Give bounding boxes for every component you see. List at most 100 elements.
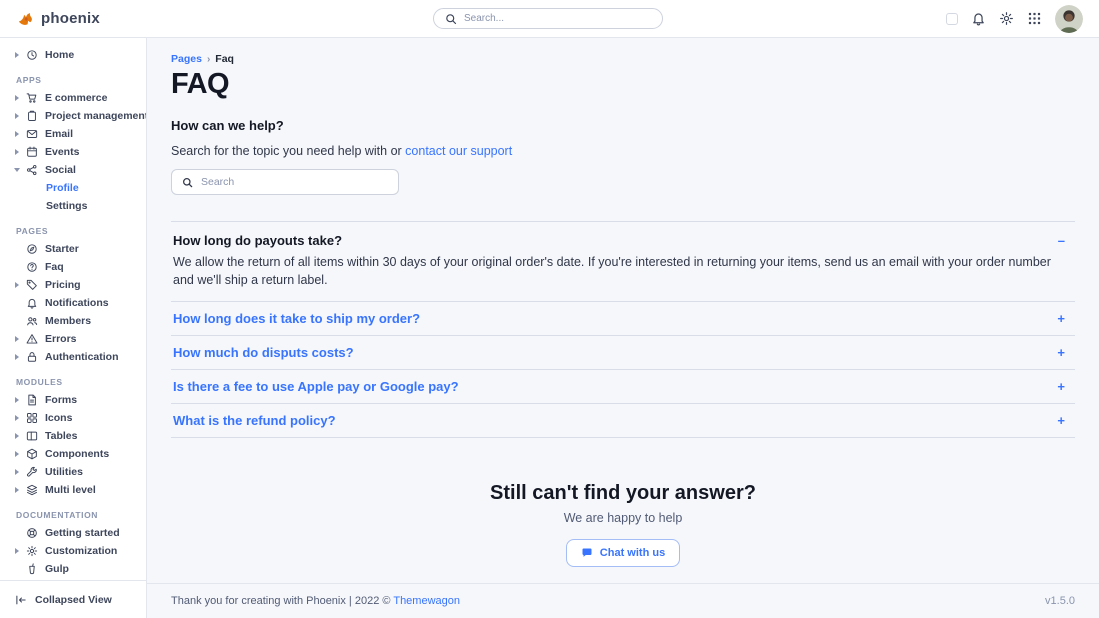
bell-icon	[971, 11, 986, 26]
sidebar-item-label: Starter	[45, 243, 79, 255]
sidebar-item-errors[interactable]: Errors	[0, 330, 146, 348]
table-icon	[26, 430, 38, 442]
faq-question-row[interactable]: How much do disputs costs?+	[173, 345, 1073, 360]
chat-button-label: Chat with us	[600, 547, 665, 559]
breadcrumb: Pages › Faq	[171, 53, 1075, 65]
expand-icon[interactable]: +	[1057, 414, 1073, 427]
expand-icon[interactable]: +	[1057, 346, 1073, 359]
footer: Thank you for creating with Phoenix | 20…	[147, 583, 1099, 618]
faq-page: Pages › Faq FAQ How can we help? Search …	[147, 38, 1099, 618]
phoenix-logo[interactable]: phoenix	[16, 9, 100, 28]
sidebar-item-label: Components	[45, 448, 109, 460]
collapsed-view-toggle[interactable]: Collapsed View	[0, 580, 146, 618]
apps-menu-button[interactable]	[1027, 11, 1042, 26]
sidebar-item-tables[interactable]: Tables	[0, 427, 146, 445]
wrench-icon	[26, 466, 38, 478]
sidebar-item-email[interactable]: Email	[0, 125, 146, 143]
grid-icon	[26, 412, 38, 424]
breadcrumb-pages-link[interactable]: Pages	[171, 53, 202, 65]
gulp-icon	[26, 563, 38, 575]
faq-question-row[interactable]: What is the refund policy? +	[173, 413, 1073, 428]
navbar-search[interactable]	[433, 8, 663, 29]
faq-search-input[interactable]	[201, 176, 388, 188]
sidebar-item-starter[interactable]: Starter	[0, 240, 146, 258]
sidebar-item-label: Members	[45, 315, 91, 327]
faq-question-row[interactable]: Is there a fee to use Apple pay or Googl…	[173, 379, 1073, 394]
sidebar-item-label: Events	[45, 146, 79, 158]
sidebar-nav: HomeAPPS E commerce Project management Emai…	[0, 38, 146, 580]
sidebar-item-home[interactable]: Home	[0, 46, 146, 64]
sidebar-item-events[interactable]: Events	[0, 143, 146, 161]
sidebar-item-utilities[interactable]: Utilities	[0, 463, 146, 481]
sidebar-item-authentication[interactable]: Authentication	[0, 348, 146, 366]
collapse-arrow-icon	[15, 594, 27, 606]
caret-icon	[15, 451, 19, 457]
sidebar-item-multi-level[interactable]: Multi level	[0, 481, 146, 499]
sidebar-item-label: Pricing	[45, 279, 81, 291]
cart-icon	[26, 92, 38, 104]
faq-item-how-much-do-disputs-costs[interactable]: How much do disputs costs?+	[171, 336, 1075, 370]
sidebar-item-pricing[interactable]: Pricing	[0, 276, 146, 294]
theme-toggle[interactable]	[946, 13, 958, 25]
chat-with-us-button[interactable]: Chat with us	[566, 539, 680, 567]
sidebar-item-faq[interactable]: Faq	[0, 258, 146, 276]
search-icon	[445, 13, 457, 25]
logo-text: phoenix	[41, 10, 100, 27]
faq-item-what-is-the-refund-policy[interactable]: What is the refund policy? +	[171, 404, 1075, 438]
navbar-search-input[interactable]	[464, 13, 651, 24]
expand-icon[interactable]: +	[1057, 380, 1073, 393]
themewagon-link[interactable]: Themewagon	[393, 595, 460, 607]
help-text-prefix: Search for the topic you need help with …	[171, 144, 405, 158]
chat-bubble-icon	[581, 547, 593, 559]
help-text: Search for the topic you need help with …	[171, 144, 1075, 158]
sidebar-item-components[interactable]: Components	[0, 445, 146, 463]
sidebar-item-icons[interactable]: Icons	[0, 409, 146, 427]
sidebar-item-social[interactable]: Social	[0, 161, 146, 179]
top-navbar: phoenix	[0, 0, 1099, 38]
sidebar-item-label: Getting started	[45, 527, 120, 539]
version-label: v1.5.0	[1045, 595, 1075, 607]
faq-search[interactable]	[171, 169, 399, 195]
sidebar-section-label-documentation: DOCUMENTATION	[0, 499, 146, 524]
sidebar-item-label: Email	[45, 128, 73, 140]
footer-text: Thank you for creating with Phoenix | 20…	[171, 595, 460, 607]
faq-item-how-long-do-payouts-take[interactable]: How long do payouts take?–We allow the r…	[171, 222, 1075, 302]
sidebar-item-label: E commerce	[45, 92, 107, 104]
sidebar-item-label: Gulp	[45, 563, 69, 575]
avatar[interactable]	[1055, 5, 1083, 33]
collapse-icon[interactable]: –	[1058, 234, 1073, 247]
faq-item-how-long-does-it-take-to-ship-my-order[interactable]: How long does it take to ship my order? +	[171, 302, 1075, 336]
sidebar-item-e-commerce[interactable]: E commerce	[0, 89, 146, 107]
faq-question-row[interactable]: How long does it take to ship my order? +	[173, 311, 1073, 326]
notifications-button[interactable]	[971, 11, 986, 26]
sidebar-item-customization[interactable]: Customization	[0, 542, 146, 560]
sidebar-item-getting-started[interactable]: Getting started	[0, 524, 146, 542]
caret-icon	[15, 52, 19, 58]
faq-question-text: How long does it take to ship my order?	[173, 311, 420, 326]
sidebar-item-notifications[interactable]: Notifications	[0, 294, 146, 312]
envelope-icon	[26, 128, 38, 140]
sidebar-item-gulp[interactable]: Gulp	[0, 560, 146, 578]
sidebar-subitem-profile[interactable]: Profile	[0, 179, 146, 197]
caret-icon	[15, 354, 19, 360]
question-icon	[26, 261, 38, 273]
navbar-actions	[946, 5, 1083, 33]
faq-item-is-there-a-fee-to-use-apple-pay-or-googl[interactable]: Is there a fee to use Apple pay or Googl…	[171, 370, 1075, 404]
sidebar-item-forms[interactable]: Forms	[0, 391, 146, 409]
settings-button[interactable]	[999, 11, 1014, 26]
sidebar-section-label-apps: APPS	[0, 64, 146, 89]
footer-text-prefix: Thank you for creating with Phoenix | 20…	[171, 595, 393, 607]
breadcrumb-separator: ›	[207, 54, 210, 65]
sidebar-item-label: Multi level	[45, 484, 96, 496]
contact-support-link[interactable]: contact our support	[405, 144, 512, 158]
sidebar-section-label-modules: MODULES	[0, 366, 146, 391]
cta-title: Still can't find your answer?	[171, 482, 1075, 505]
box-icon	[26, 448, 38, 460]
faq-question-row[interactable]: How long do payouts take?–	[173, 233, 1073, 248]
expand-icon[interactable]: +	[1057, 312, 1073, 325]
sidebar-item-members[interactable]: Members	[0, 312, 146, 330]
sidebar-item-project-management[interactable]: Project management	[0, 107, 146, 125]
faq-question-text: What is the refund policy?	[173, 413, 336, 428]
sidebar-subitem-settings[interactable]: Settings	[0, 197, 146, 215]
caret-icon	[15, 149, 19, 155]
